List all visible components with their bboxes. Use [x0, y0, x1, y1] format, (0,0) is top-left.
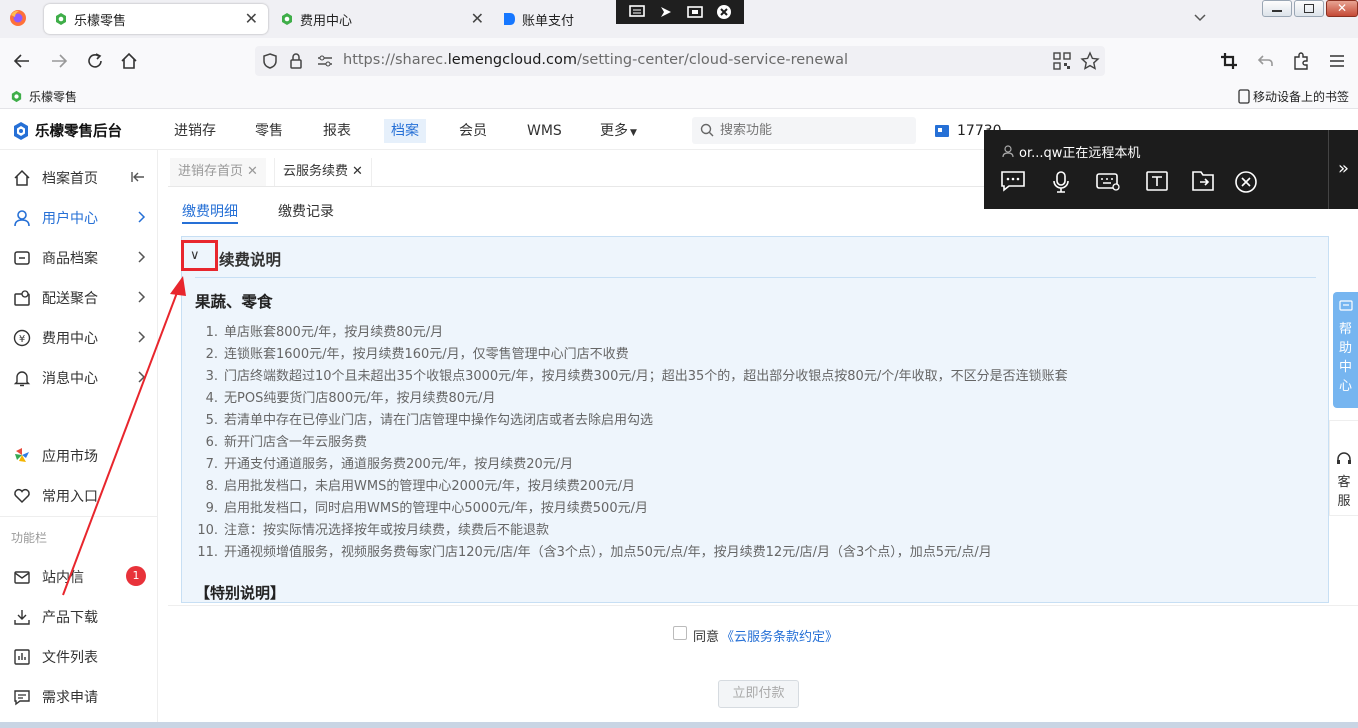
taskbar: [0, 722, 1358, 728]
annotation-arrow: [62, 276, 186, 596]
